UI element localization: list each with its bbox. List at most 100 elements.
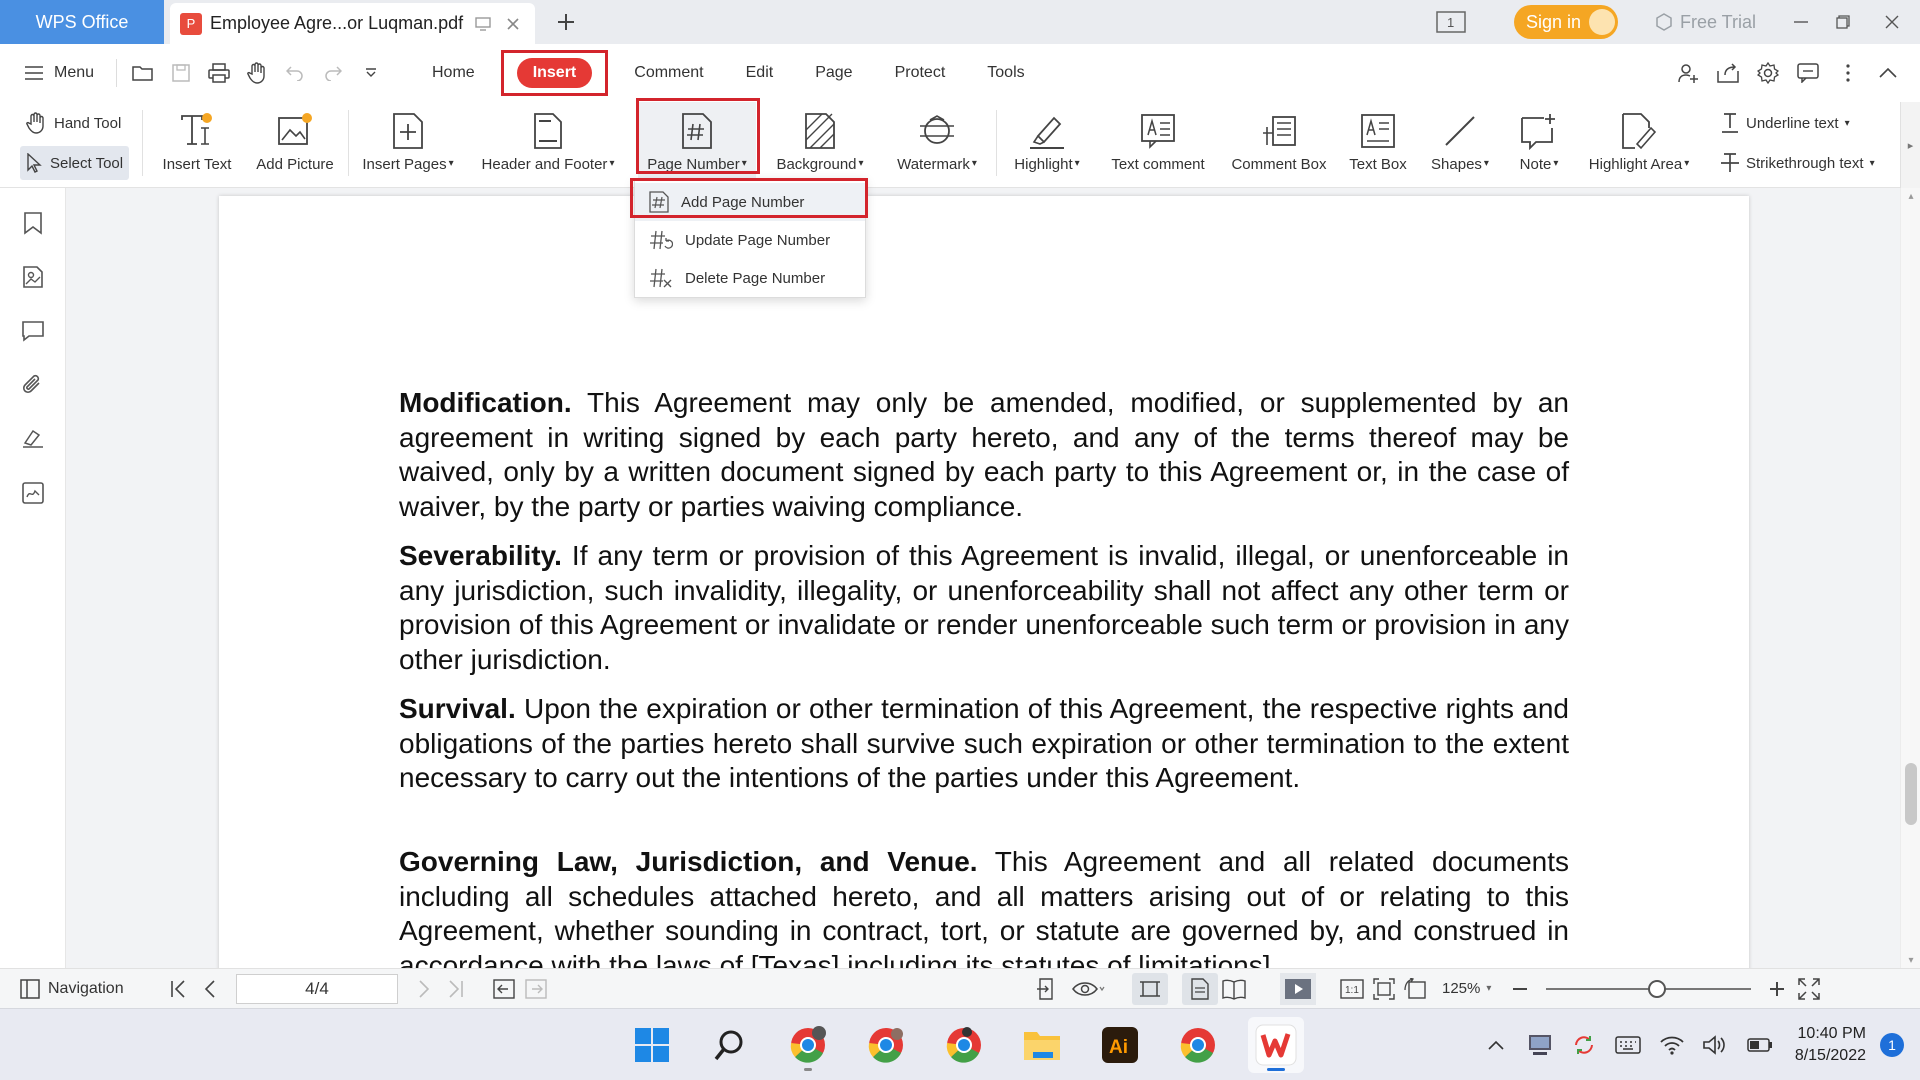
page-count-badge[interactable]: 1 xyxy=(1426,0,1476,44)
settings-icon[interactable] xyxy=(1752,57,1784,89)
tab-home[interactable]: Home xyxy=(411,50,496,96)
thumbnail-icon[interactable] xyxy=(0,250,66,304)
strikethrough-text-button[interactable]: Strikethrough text ▾ xyxy=(1720,146,1875,180)
customize-dropdown-icon[interactable] xyxy=(357,59,385,87)
close-window-icon[interactable] xyxy=(1864,0,1920,44)
back-view-icon[interactable] xyxy=(488,973,520,1005)
chat-icon[interactable] xyxy=(1792,57,1824,89)
sign-in-button[interactable]: Sign in xyxy=(1513,5,1618,39)
open-folder-icon[interactable] xyxy=(129,59,157,87)
last-page-icon[interactable] xyxy=(440,973,472,1005)
system-clock[interactable]: 10:40 PM 8/15/2022 xyxy=(1795,1023,1866,1067)
background-button[interactable]: Background ▾ xyxy=(770,102,870,188)
shapes-button[interactable]: Shapes ▾ xyxy=(1422,102,1498,188)
monitor-icon[interactable] xyxy=(471,12,495,36)
more-icon[interactable] xyxy=(1832,57,1864,89)
free-trial-button[interactable]: Free Trial xyxy=(1654,12,1756,33)
bookmark-icon[interactable] xyxy=(0,196,66,250)
zoom-slider[interactable] xyxy=(1546,979,1751,998)
scroll-down-icon[interactable]: ▾ xyxy=(1901,952,1920,968)
tab-edit[interactable]: Edit xyxy=(725,50,795,96)
note-button[interactable]: Note ▾ xyxy=(1508,102,1570,188)
scrollbar-thumb[interactable] xyxy=(1905,763,1917,825)
page-number-input[interactable]: 4/4 xyxy=(236,973,398,1004)
minimize-icon[interactable] xyxy=(1780,0,1822,44)
hand-icon[interactable] xyxy=(243,59,271,87)
tab-tools[interactable]: Tools xyxy=(966,50,1045,96)
wifi-icon[interactable] xyxy=(1657,1030,1687,1060)
export-icon[interactable] xyxy=(1712,57,1744,89)
restore-icon[interactable] xyxy=(1822,0,1864,44)
insert-pages-button[interactable]: Insert Pages ▾ xyxy=(358,102,458,188)
first-page-icon[interactable] xyxy=(162,973,194,1005)
volume-icon[interactable] xyxy=(1701,1030,1731,1060)
fullscreen-icon[interactable] xyxy=(1793,973,1825,1005)
chrome-profile-2-button[interactable] xyxy=(858,1017,914,1073)
sync-icon[interactable] xyxy=(1569,1030,1599,1060)
previous-page-icon[interactable] xyxy=(194,973,226,1005)
new-tab-button[interactable] xyxy=(552,8,580,36)
wps-office-tab[interactable]: WPS Office xyxy=(0,0,164,44)
start-button[interactable] xyxy=(624,1017,680,1073)
select-tool-button[interactable]: Select Tool xyxy=(20,146,130,180)
extract-text-icon[interactable] xyxy=(1032,973,1064,1005)
attachment-icon[interactable] xyxy=(0,358,66,412)
keyboard-icon[interactable] xyxy=(1613,1030,1643,1060)
signature-icon[interactable] xyxy=(0,412,66,466)
document-tab[interactable]: P Employee Agre...or Luqman.pdf xyxy=(170,3,535,44)
battery-icon[interactable] xyxy=(1745,1030,1775,1060)
watermark-button[interactable]: Watermark ▾ xyxy=(886,102,988,188)
fit-page-icon[interactable] xyxy=(1368,973,1400,1005)
share-user-icon[interactable] xyxy=(1672,57,1704,89)
single-page-icon[interactable] xyxy=(1182,972,1218,1005)
two-page-icon[interactable] xyxy=(1218,973,1250,1005)
show-hidden-icons-chevron[interactable] xyxy=(1481,1030,1511,1060)
undo-icon[interactable] xyxy=(281,59,309,87)
wps-office-taskbar-button[interactable] xyxy=(1248,1017,1304,1073)
chrome-profile-1-button[interactable] xyxy=(780,1017,836,1073)
tab-page[interactable]: Page xyxy=(794,50,873,96)
collapse-ribbon-icon[interactable] xyxy=(1872,57,1904,89)
highlight-area-button[interactable]: Highlight Area ▾ xyxy=(1580,102,1698,188)
forward-view-icon[interactable] xyxy=(520,973,552,1005)
vertical-scrollbar[interactable]: ▴ ▾ xyxy=(1900,188,1920,968)
search-taskbar-button[interactable] xyxy=(702,1017,758,1073)
print-icon[interactable] xyxy=(205,59,233,87)
continuous-scroll-icon[interactable] xyxy=(1132,972,1168,1005)
notification-badge[interactable]: 1 xyxy=(1880,1033,1904,1057)
navigation-button[interactable]: Navigation xyxy=(0,978,148,999)
chrome-profile-3-button[interactable] xyxy=(936,1017,992,1073)
text-comment-button[interactable]: Text comment xyxy=(1102,102,1214,188)
ribbon-scroll-right[interactable]: ▸ xyxy=(1900,102,1920,188)
zoom-level-dropdown[interactable]: 125% ▾ xyxy=(1442,980,1504,997)
delete-page-number-item[interactable]: Delete Page Number xyxy=(635,259,865,297)
highlight-button[interactable]: Highlight ▾ xyxy=(1004,102,1090,188)
close-tab-icon[interactable] xyxy=(501,12,525,36)
insert-text-button[interactable]: Insert Text xyxy=(158,102,236,188)
redo-icon[interactable] xyxy=(319,59,347,87)
scroll-up-icon[interactable]: ▴ xyxy=(1901,188,1920,204)
save-icon[interactable] xyxy=(167,59,195,87)
comments-panel-icon[interactable] xyxy=(0,304,66,358)
next-page-icon[interactable] xyxy=(408,973,440,1005)
illustrator-button[interactable]: Ai xyxy=(1092,1017,1148,1073)
actual-size-icon[interactable]: 1:1 xyxy=(1336,973,1368,1005)
header-and-footer-button[interactable]: Header and Footer ▾ xyxy=(470,102,626,188)
eye-protection-icon[interactable] xyxy=(1064,973,1112,1005)
underline-text-button[interactable]: Underline text ▾ xyxy=(1720,106,1850,140)
menu-button[interactable]: Menu xyxy=(0,64,110,82)
play-slideshow-icon[interactable] xyxy=(1280,972,1316,1005)
zoom-in-icon[interactable] xyxy=(1761,973,1793,1005)
text-box-button[interactable]: Text Box xyxy=(1346,102,1410,188)
comment-box-button[interactable]: Comment Box xyxy=(1222,102,1336,188)
chrome-profile-4-button[interactable] xyxy=(1170,1017,1226,1073)
zoom-out-icon[interactable] xyxy=(1504,973,1536,1005)
zoom-slider-knob[interactable] xyxy=(1648,979,1666,998)
display-icon[interactable] xyxy=(1525,1030,1555,1060)
tab-comment[interactable]: Comment xyxy=(613,50,724,96)
rotate-page-icon[interactable] xyxy=(1400,973,1432,1005)
document-canvas[interactable]: Modification. This Agreement may only be… xyxy=(66,188,1900,968)
tab-protect[interactable]: Protect xyxy=(874,50,967,96)
update-page-number-item[interactable]: Update Page Number xyxy=(635,221,865,259)
tab-insert[interactable]: Insert xyxy=(496,50,614,96)
